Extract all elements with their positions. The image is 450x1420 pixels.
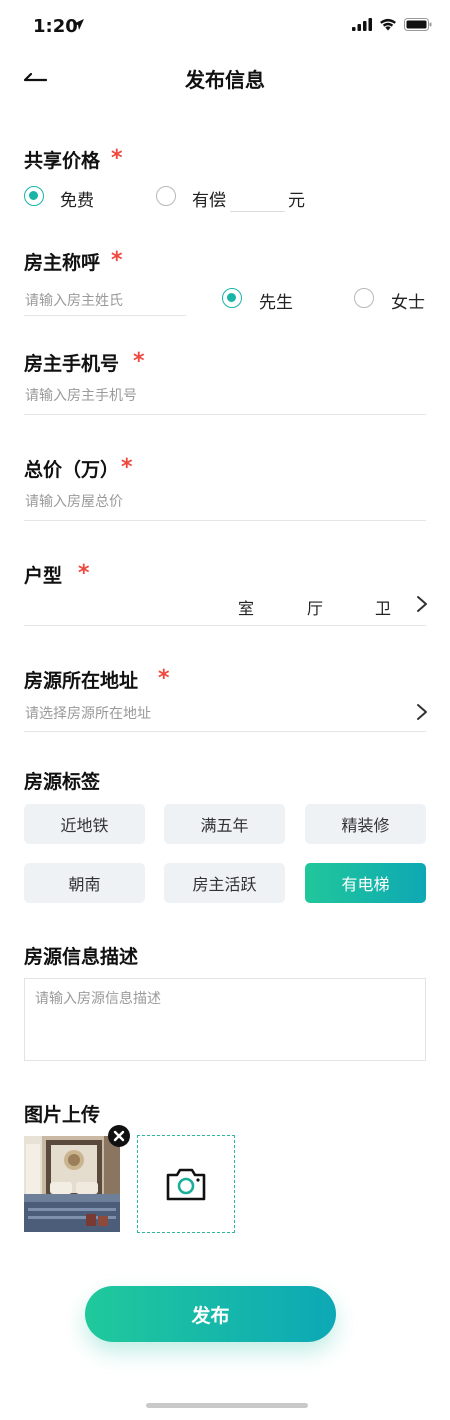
price-unit: 元 xyxy=(288,191,305,211)
chevron-right-icon[interactable] xyxy=(416,595,428,613)
status-bar: 1:20 xyxy=(0,0,450,56)
chevron-right-icon[interactable] xyxy=(416,703,428,721)
address-title: 房源所在地址 xyxy=(24,670,139,692)
status-indicators xyxy=(352,18,432,31)
uploaded-photo-thumbnail[interactable] xyxy=(24,1136,120,1232)
required-mark: * xyxy=(158,666,170,691)
tag-item[interactable]: 满五年 xyxy=(164,804,285,844)
owner-mr-label: 先生 xyxy=(259,293,293,313)
required-mark: * xyxy=(111,248,123,273)
publish-button[interactable]: 发布 xyxy=(85,1286,336,1342)
tag-item[interactable]: 房主活跃 xyxy=(164,863,285,903)
tag-item-active[interactable]: 有电梯 xyxy=(305,863,426,903)
layout-room-unit[interactable]: 室 xyxy=(238,595,254,619)
location-arrow-icon xyxy=(73,19,84,30)
owner-ms-label: 女士 xyxy=(391,293,425,313)
phone-title: 房主手机号 xyxy=(24,353,120,375)
owner-ms-radio[interactable] xyxy=(354,288,374,308)
phone-divider xyxy=(24,414,426,415)
address-divider xyxy=(24,731,426,732)
address-select[interactable]: 请选择房源所在地址 xyxy=(25,703,151,723)
camera-icon xyxy=(166,1168,206,1201)
page-title: 发布信息 xyxy=(185,68,265,92)
owner-surname-underline xyxy=(24,315,186,316)
home-indicator xyxy=(146,1403,308,1408)
description-textarea[interactable]: 请输入房源信息描述 xyxy=(24,978,426,1061)
required-mark: * xyxy=(121,455,133,480)
tag-item[interactable]: 精装修 xyxy=(305,804,426,844)
bedroom-photo xyxy=(24,1136,120,1232)
owner-title-title: 房主称呼 xyxy=(24,252,101,274)
price-free-radio[interactable] xyxy=(24,186,44,206)
price-amount-input[interactable] xyxy=(230,211,285,212)
wifi-icon xyxy=(380,18,396,31)
layout-divider xyxy=(24,625,426,626)
tag-item[interactable]: 朝南 xyxy=(24,863,145,903)
tags-title: 房源标签 xyxy=(24,771,101,793)
layout-bath-unit[interactable]: 卫 xyxy=(375,595,391,619)
required-mark: * xyxy=(133,349,145,374)
signal-icon xyxy=(352,18,372,31)
price-paid-radio[interactable] xyxy=(156,186,176,206)
price-free-label: 免费 xyxy=(60,191,94,211)
required-mark: * xyxy=(78,561,90,586)
photos-title: 图片上传 xyxy=(24,1104,101,1126)
price-paid-label: 有偿 xyxy=(192,191,226,211)
tag-item[interactable]: 近地铁 xyxy=(24,804,145,844)
layout-hall-unit[interactable]: 厅 xyxy=(307,595,323,619)
add-photo-button[interactable] xyxy=(137,1135,235,1233)
total-price-input[interactable]: 请输入房屋总价 xyxy=(25,491,123,511)
battery-icon xyxy=(404,18,432,31)
owner-surname-input[interactable]: 请输入房主姓氏 xyxy=(25,290,123,310)
owner-mr-radio[interactable] xyxy=(222,288,242,308)
close-glyph xyxy=(113,1130,125,1142)
description-title: 房源信息描述 xyxy=(24,946,139,968)
close-icon[interactable] xyxy=(108,1125,130,1147)
phone-input[interactable]: 请输入房主手机号 xyxy=(25,385,137,405)
required-mark: * xyxy=(111,146,123,171)
price-title: 共享价格 xyxy=(24,150,101,172)
total-price-title: 总价（万） xyxy=(24,459,120,481)
layout-title: 户型 xyxy=(24,565,63,587)
total-price-divider xyxy=(24,520,426,521)
